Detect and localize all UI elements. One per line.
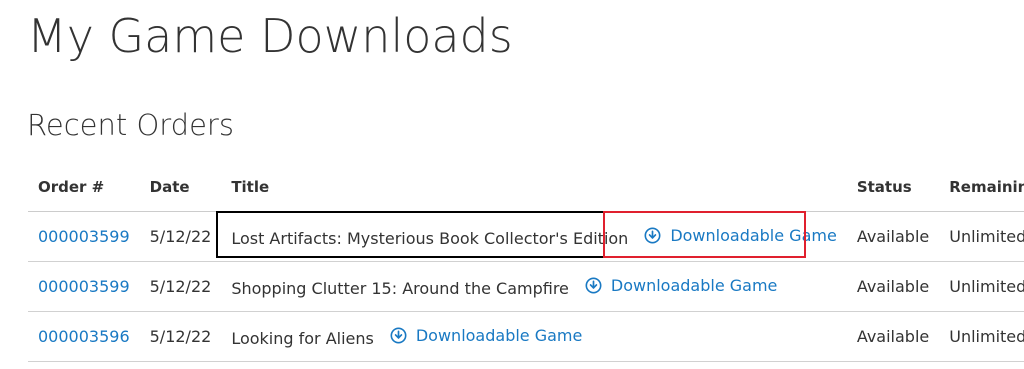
section-title: Recent Orders — [27, 108, 234, 142]
download-link[interactable]: Downloadable Game — [390, 325, 583, 345]
order-date: 5/12/22 — [139, 311, 222, 362]
orders-table: Order # Date Title Status Remaining Dow … — [28, 163, 1024, 362]
download-link-label: Downloadable Game — [610, 275, 778, 295]
download-link[interactable]: Downloadable Game — [644, 226, 837, 245]
header-status: Status — [846, 163, 940, 212]
order-date: 5/12/22 — [139, 261, 222, 312]
header-remaining: Remaining Dow — [939, 163, 1024, 212]
game-title: Looking for Aliens — [231, 328, 374, 348]
page-title: My Game Downloads — [27, 9, 513, 63]
title-cell: Lost Artifacts: Mysterious Book Collecto… — [221, 211, 847, 262]
header-title: Title — [221, 163, 847, 212]
table-header-row: Order # Date Title Status Remaining Dow — [28, 163, 1024, 212]
title-cell: Looking for Aliens Downloadable Game — [221, 311, 847, 362]
table-row: 000003596 5/12/22 Looking for Aliens Down… — [28, 311, 1024, 362]
order-number-cell: 000003599 — [28, 211, 140, 262]
order-number-cell: 000003596 — [28, 311, 140, 362]
title-cell: Shopping Clutter 15: Around the Campfire… — [221, 261, 847, 312]
download-circle-icon — [390, 327, 407, 343]
download-link-label: Downloadable Game — [670, 225, 837, 245]
game-title: Lost Artifacts: Mysterious Book Collecto… — [231, 228, 629, 248]
order-number-link[interactable]: 000003599 — [38, 227, 130, 246]
header-order: Order # — [28, 163, 140, 212]
status: Available — [846, 211, 940, 262]
download-circle-icon — [585, 277, 602, 293]
table-row: 000003599 5/12/22 Lost Artifacts: Myster… — [28, 211, 1024, 262]
download-circle-icon — [644, 227, 661, 243]
download-link[interactable]: Downloadable Game — [585, 275, 778, 295]
status: Available — [846, 261, 940, 312]
game-title: Shopping Clutter 15: Around the Campfire — [231, 278, 569, 298]
order-number-cell: 000003599 — [28, 261, 140, 312]
remaining-downloads: Unlimited — [939, 261, 1024, 312]
order-date: 5/12/22 — [139, 211, 222, 262]
remaining-downloads: Unlimited — [939, 311, 1024, 362]
header-date: Date — [139, 163, 222, 212]
status: Available — [846, 311, 940, 362]
order-number-link[interactable]: 000003596 — [38, 327, 130, 346]
download-link-label: Downloadable Game — [415, 325, 583, 345]
page: My Game Downloads Recent Orders Order # … — [0, 0, 1024, 369]
remaining-downloads: Unlimited — [939, 211, 1024, 262]
order-number-link[interactable]: 000003599 — [38, 277, 130, 296]
table-row: 000003599 5/12/22 Shopping Clutter 15: A… — [28, 261, 1024, 312]
